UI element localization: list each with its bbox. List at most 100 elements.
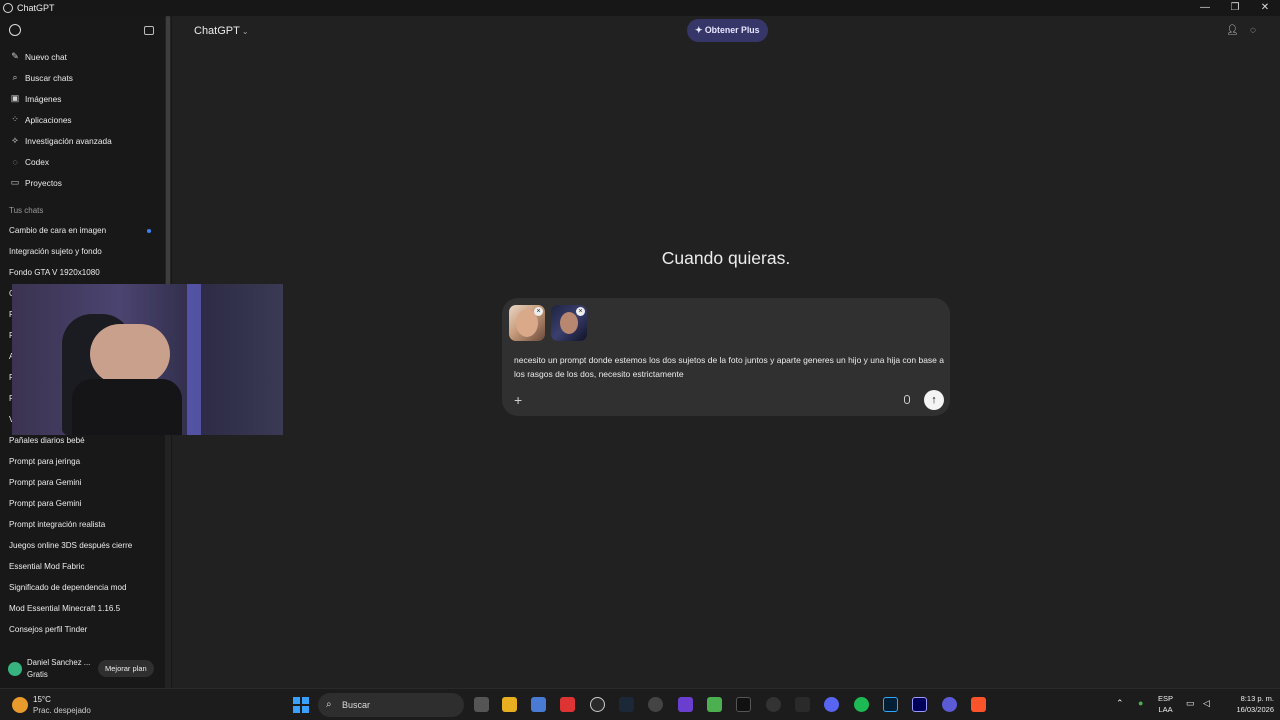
sidebar-item-label: Nuevo chat — [25, 51, 67, 62]
openai-logo-icon[interactable] — [9, 24, 21, 36]
webcam-person-head — [90, 324, 170, 384]
window-titlebar: ChatGPT — ❐ ✕ — [0, 0, 1280, 16]
tray-overflow-icon[interactable]: ⌃ — [1116, 698, 1124, 709]
taskbar-search[interactable]: ⌕ Buscar — [318, 693, 464, 717]
chatgpt-app-icon[interactable] — [590, 697, 605, 712]
brave-browser-icon[interactable] — [971, 697, 986, 712]
stream-app-icon[interactable] — [766, 697, 781, 712]
main-area: ChatGPT ⌄ ✦ Obtener Plus 👤︎ ◌ Cuando quie… — [172, 16, 1280, 688]
model-selector[interactable]: ChatGPT ⌄ — [194, 25, 249, 37]
temporary-chat-icon[interactable]: ◌ — [1250, 25, 1256, 36]
sidebar-item-label: Proyectos — [25, 177, 62, 188]
chat-item[interactable]: Fondo GTA V 1920x1080 — [0, 262, 172, 283]
microphone-tray-icon[interactable]: ● — [1138, 698, 1143, 709]
sidebar-item-deep-research[interactable]: ⟡ Investigación avanzada — [0, 130, 172, 151]
volume-icon[interactable]: ◁ — [1203, 698, 1210, 709]
taskbar-search-label: Buscar — [342, 700, 371, 710]
minecraft-icon[interactable] — [707, 697, 722, 712]
close-window-button[interactable]: ✕ — [1250, 0, 1280, 16]
chat-title: Cambio de cara en imagen — [9, 226, 107, 235]
prompt-input[interactable]: necesito un prompt donde estemos los dos… — [514, 354, 944, 381]
new-chat-icon: ✎ — [11, 51, 19, 61]
network-icon[interactable]: ▭ — [1186, 698, 1195, 709]
weather-temp: 15°C — [33, 695, 51, 704]
chat-item[interactable]: Integración sujeto y fondo — [0, 241, 172, 262]
search-icon: ⌕ — [12, 72, 18, 82]
add-attachment-icon[interactable]: + — [514, 393, 522, 407]
sidebar-toggle-icon[interactable] — [144, 26, 154, 35]
chat-item[interactable]: Cambio de cara en imagen — [0, 220, 172, 241]
v-app-icon[interactable] — [942, 697, 957, 712]
send-button[interactable]: ↑ — [924, 390, 944, 410]
remove-attachment-icon[interactable]: × — [576, 307, 585, 316]
upgrade-plan-button[interactable]: Mejorar plan — [98, 660, 154, 677]
chat-item[interactable]: Consejos perfil Tinder — [0, 619, 172, 640]
sidebar-item-projects[interactable]: ▭ Proyectos — [0, 172, 172, 193]
clock-time: 8:13 p. m. — [1240, 694, 1274, 703]
snipping-tool-icon[interactable] — [560, 697, 575, 712]
user-account[interactable]: Daniel Sanchez ... Gratis Mejorar plan — [0, 652, 165, 688]
sidebar-item-label: Investigación avanzada — [25, 135, 112, 146]
language-code: ESP — [1158, 694, 1174, 703]
research-icon: ⟡ — [12, 135, 18, 145]
tiktok-icon[interactable] — [736, 697, 751, 712]
obs-icon[interactable] — [648, 697, 663, 712]
window-controls: — ❐ ✕ — [1190, 0, 1280, 16]
photo-man-face — [560, 312, 578, 334]
share-user-icon[interactable]: 👤︎ — [1226, 25, 1239, 36]
start-menu-icon[interactable] — [293, 697, 309, 713]
sidebar-item-codex[interactable]: ◌ Codex — [0, 151, 172, 172]
chat-item[interactable]: Prompt para Gemini — [0, 493, 172, 514]
folder-icon: ▭ — [10, 177, 20, 187]
maximize-button[interactable]: ❐ — [1220, 0, 1250, 16]
keyboard-layout: LAA — [1158, 705, 1173, 714]
sidebar-item-images[interactable]: ▣ Imágenes — [0, 88, 172, 109]
chat-item[interactable]: Significado de dependencia mod — [0, 577, 172, 598]
sidebar-item-new-chat[interactable]: ✎ Nuevo chat — [0, 46, 172, 67]
chat-item[interactable]: Mod Essential Minecraft 1.16.5 — [0, 598, 172, 619]
attachment-thumbnail[interactable]: × — [551, 305, 587, 341]
task-view-icon[interactable] — [474, 697, 489, 712]
chat-item[interactable]: Prompt para jeringa — [0, 451, 172, 472]
sidebar-item-label: Imágenes — [25, 93, 62, 104]
scrollbar-thumb[interactable] — [166, 16, 170, 286]
unread-dot-icon — [147, 229, 151, 233]
microphone-icon[interactable] — [904, 395, 910, 404]
g-app-icon[interactable] — [795, 697, 810, 712]
media-encoder-icon[interactable] — [912, 697, 927, 712]
chat-item[interactable]: Essential Mod Fabric — [0, 556, 172, 577]
photoshop-icon[interactable] — [883, 697, 898, 712]
sidebar-item-apps[interactable]: ⁘ Aplicaciones — [0, 109, 172, 130]
clock-date: 16/03/2026 — [1236, 705, 1274, 714]
clock[interactable]: 8:13 p. m. 16/03/2026 — [1222, 693, 1274, 715]
user-plan: Gratis — [27, 670, 48, 679]
sidebar-item-label: Aplicaciones — [25, 114, 72, 125]
minimize-button[interactable]: — — [1190, 0, 1220, 16]
search-icon: ⌕ — [326, 699, 332, 710]
chat-item[interactable]: Prompt integración realista — [0, 514, 172, 535]
app-grid-icon[interactable] — [678, 697, 693, 712]
sidebar-item-search-chats[interactable]: ⌕ Buscar chats — [0, 67, 172, 88]
get-plus-button[interactable]: ✦ Obtener Plus — [687, 19, 768, 42]
chat-item[interactable]: Juegos online 3DS después cierre — [0, 535, 172, 556]
attachment-thumbnail[interactable]: × — [509, 305, 545, 341]
taskbar: 15°C Prac. despejado ⌕ Buscar ⌃ ● ESP LA… — [0, 688, 1280, 720]
sidebar-item-label: Codex — [25, 156, 49, 167]
store-icon[interactable] — [531, 697, 546, 712]
user-name: Daniel Sanchez ... — [27, 658, 91, 667]
remove-attachment-icon[interactable]: × — [534, 307, 543, 316]
steam-icon[interactable] — [619, 697, 634, 712]
chats-section-label: Tus chats — [9, 206, 44, 215]
chat-item[interactable]: Prompt para Gemini — [0, 472, 172, 493]
file-explorer-icon[interactable] — [502, 697, 517, 712]
webcam-light — [187, 284, 201, 435]
model-name: ChatGPT — [194, 25, 240, 37]
chevron-down-icon: ⌄ — [241, 27, 249, 36]
window-title: ChatGPT — [17, 3, 55, 13]
images-icon: ▣ — [10, 93, 20, 103]
weather-icon — [12, 697, 28, 713]
spotify-icon[interactable] — [854, 697, 869, 712]
language-indicator[interactable]: ESP LAA — [1158, 693, 1173, 715]
discord-icon[interactable] — [824, 697, 839, 712]
codex-icon: ◌ — [12, 156, 18, 167]
